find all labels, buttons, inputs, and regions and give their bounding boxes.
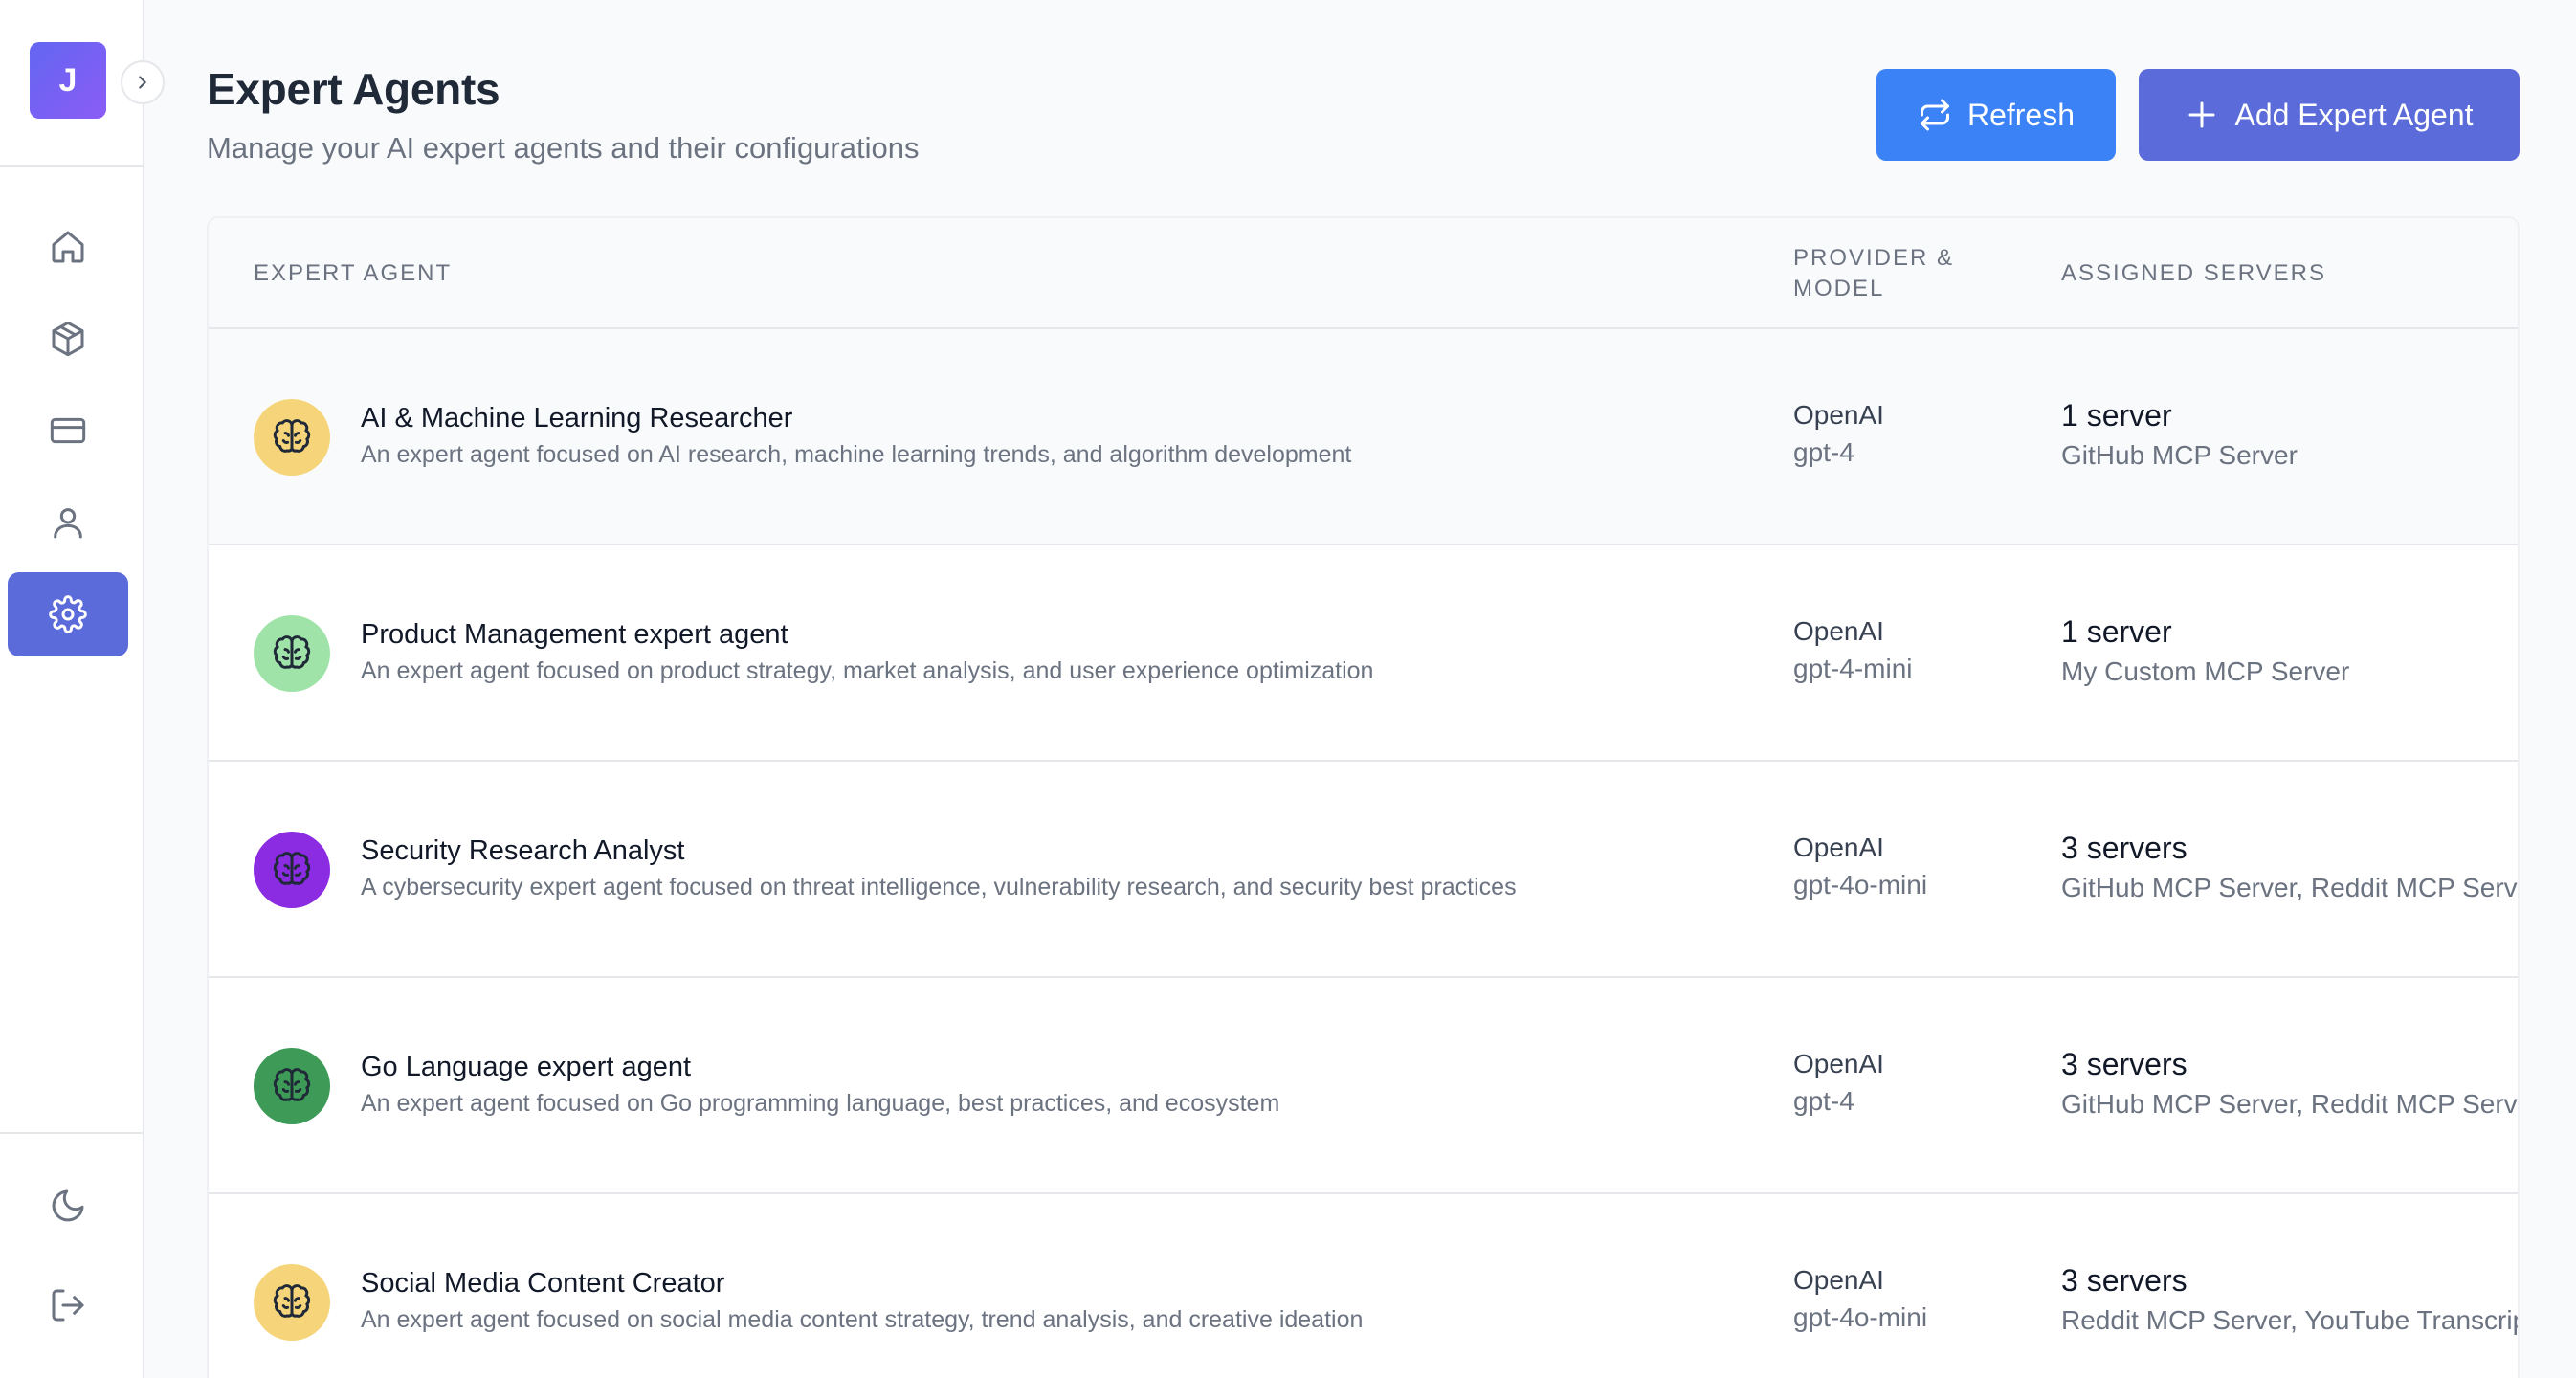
model-name: gpt-4-mini — [1793, 654, 1913, 683]
agent-description: An expert agent focused on social media … — [361, 1306, 1364, 1333]
agent-avatar — [254, 1048, 330, 1124]
package-icon — [52, 321, 84, 357]
avatar-initial: J — [58, 61, 78, 99]
model-name: gpt-4o-mini — [1793, 1302, 1928, 1332]
credit-card-icon — [50, 417, 86, 444]
sidebar-collapse-button[interactable] — [121, 60, 165, 104]
chevron-right-icon — [139, 76, 146, 89]
page-title: Expert Agents — [207, 64, 500, 114]
provider-name: OpenAI — [1793, 400, 1884, 430]
provider-name: OpenAI — [1793, 616, 1884, 646]
server-list: My Custom MCP Server — [2061, 656, 2350, 686]
agent-name: Product Management expert agent — [361, 619, 788, 650]
sidebar-item-home[interactable] — [8, 205, 128, 289]
agent-description: A cybersecurity expert agent focused on … — [361, 874, 1517, 900]
provider-name: OpenAI — [1793, 1049, 1884, 1078]
brain-icon — [273, 419, 311, 453]
moon-icon — [52, 1189, 84, 1222]
theme-toggle-button[interactable] — [8, 1164, 128, 1248]
user-icon — [54, 508, 82, 539]
plus-icon — [2188, 101, 2215, 128]
agent-avatar — [254, 1264, 330, 1341]
provider-name: OpenAI — [1793, 1265, 1884, 1295]
add-expert-agent-button[interactable]: Add Expert Agent — [2139, 69, 2520, 161]
brain-icon — [273, 1284, 311, 1318]
model-name: gpt-4o-mini — [1793, 870, 1928, 900]
agent-name: AI & Machine Learning Researcher — [361, 403, 793, 433]
table-row[interactable]: AI & Machine Learning Researcher An expe… — [209, 329, 2518, 545]
table-row[interactable]: Security Research Analyst A cybersecurit… — [209, 762, 2518, 978]
refresh-label: Refresh — [1966, 97, 2076, 132]
agent-description: An expert agent focused on product strat… — [361, 657, 1374, 684]
agent-description: An expert agent focused on AI research, … — [361, 441, 1352, 468]
sidebar: J — [0, 0, 144, 1378]
agent-avatar — [254, 615, 330, 692]
server-list: Reddit MCP Server, YouTube Transcript MC… — [2061, 1305, 2518, 1335]
model-name: gpt-4 — [1793, 1086, 1854, 1116]
agent-avatar — [254, 399, 330, 476]
main-content: Expert Agents Manage your AI expert agen… — [144, 0, 2576, 1378]
sidebar-item-billing[interactable] — [8, 389, 128, 473]
agent-name: Security Research Analyst — [361, 835, 685, 866]
gear-icon — [49, 595, 87, 633]
table-row[interactable]: Product Management expert agent An exper… — [209, 545, 2518, 762]
server-list: GitHub MCP Server — [2061, 440, 2298, 470]
agent-name: Social Media Content Creator — [361, 1268, 725, 1299]
column-header-servers: Assigned Servers — [2061, 260, 2326, 286]
server-count: 1 server — [2061, 614, 2172, 649]
column-header-provider: Provider & Model — [1793, 245, 1955, 301]
logout-button[interactable] — [8, 1263, 128, 1347]
add-label: Add Expert Agent — [2234, 97, 2474, 132]
server-count: 3 servers — [2061, 831, 2187, 865]
home-icon — [52, 231, 84, 263]
sidebar-item-packages[interactable] — [8, 297, 128, 381]
refresh-icon — [1920, 99, 1949, 131]
server-count: 1 server — [2061, 398, 2172, 433]
avatar[interactable]: J — [30, 42, 106, 119]
sidebar-item-settings[interactable] — [8, 572, 128, 656]
agent-avatar — [254, 832, 330, 908]
brain-icon — [273, 635, 311, 669]
logout-icon — [52, 1289, 84, 1322]
refresh-button[interactable]: Refresh — [1876, 69, 2116, 161]
table-header: Expert Agent Provider & Model Assigned S… — [209, 218, 2518, 329]
server-list: GitHub MCP Server, Reddit MCP Server, SQ… — [2061, 1089, 2518, 1119]
column-header-agent: Expert Agent — [254, 260, 453, 286]
server-count: 3 servers — [2061, 1263, 2187, 1298]
brain-icon — [273, 1068, 311, 1101]
app-root: J Expert Agents Manage your AI expert ag… — [0, 0, 2576, 1378]
agent-name: Go Language expert agent — [361, 1052, 692, 1082]
brain-icon — [273, 852, 311, 885]
table-row[interactable]: Social Media Content Creator An expert a… — [209, 1194, 2518, 1378]
server-list: GitHub MCP Server, Reddit MCP Server, SQ… — [2061, 873, 2518, 902]
agent-description: An expert agent focused on Go programmin… — [361, 1090, 1280, 1117]
agents-table: Expert Agent Provider & Model Assigned S… — [207, 216, 2520, 1378]
sidebar-divider — [0, 165, 144, 167]
table-row[interactable]: Go Language expert agent An expert agent… — [209, 978, 2518, 1194]
provider-name: OpenAI — [1793, 833, 1884, 862]
page-subtitle: Manage your AI expert agents and their c… — [207, 131, 920, 165]
sidebar-divider-bottom — [0, 1132, 144, 1134]
model-name: gpt-4 — [1793, 437, 1854, 467]
sidebar-item-profile[interactable] — [8, 480, 128, 565]
server-count: 3 servers — [2061, 1047, 2187, 1081]
